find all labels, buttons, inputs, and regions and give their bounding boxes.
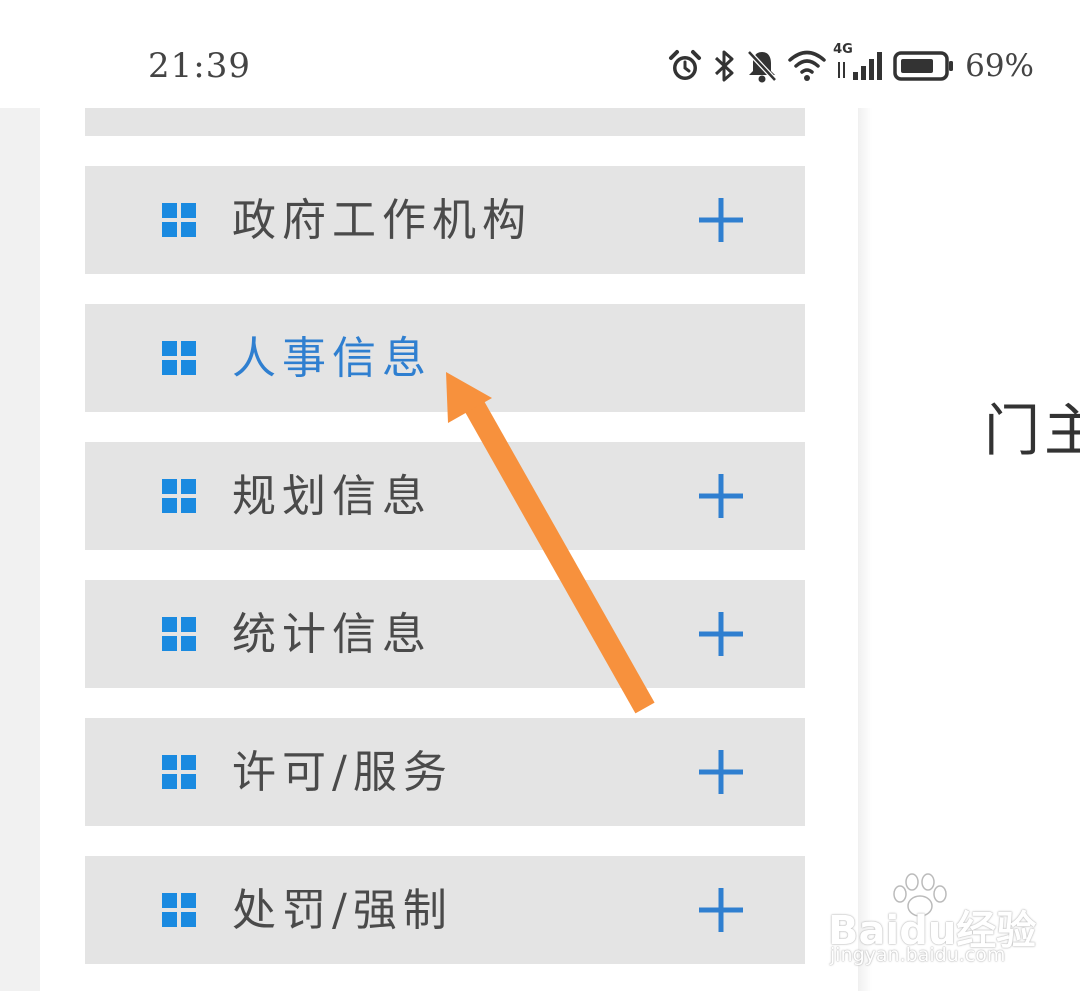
- status-bar: 21:39 4G 69%: [0, 0, 1080, 108]
- left-edge-background: [0, 108, 40, 991]
- cellular-signal-icon: 4G: [833, 42, 885, 84]
- battery-icon: [893, 48, 955, 84]
- menu-item-label: 政府工作机构: [232, 195, 532, 246]
- baidu-watermark: Baidu经验 jingyan.baidu.com: [828, 872, 1036, 972]
- grid-icon: [162, 893, 196, 927]
- expand-plus-icon[interactable]: [697, 748, 745, 796]
- status-icons: 4G 69%: [667, 42, 1034, 86]
- expand-plus-icon[interactable]: [697, 610, 745, 658]
- grid-icon: [162, 755, 196, 789]
- expand-plus-icon[interactable]: [697, 886, 745, 934]
- menu-item-label: 许可/服务: [232, 747, 453, 798]
- menu-item-label: 处罚/强制: [232, 885, 453, 936]
- menu-item-partial[interactable]: [85, 108, 805, 136]
- bluetooth-icon: [711, 48, 737, 84]
- grid-icon: [162, 341, 196, 375]
- menu-item-label: 统计信息: [232, 609, 432, 660]
- panel-shadow: [858, 108, 872, 991]
- expand-plus-icon[interactable]: [697, 472, 745, 520]
- expand-plus-icon[interactable]: [697, 196, 745, 244]
- grid-icon: [162, 479, 196, 513]
- menu-item-label: 规划信息: [232, 471, 432, 522]
- menu-item-label: 人事信息: [232, 333, 432, 384]
- network-type-label: 4G: [833, 42, 853, 57]
- watermark-url: jingyan.baidu.com: [830, 944, 1006, 966]
- grid-icon: [162, 203, 196, 237]
- wifi-icon: [787, 48, 827, 84]
- alarm-icon: [667, 48, 703, 84]
- battery-percentage: 69%: [965, 48, 1034, 84]
- notifications-muted-icon: [745, 48, 779, 84]
- content-partial-text: 门主: [984, 399, 1080, 464]
- status-time: 21:39: [148, 46, 251, 86]
- grid-icon: [162, 617, 196, 651]
